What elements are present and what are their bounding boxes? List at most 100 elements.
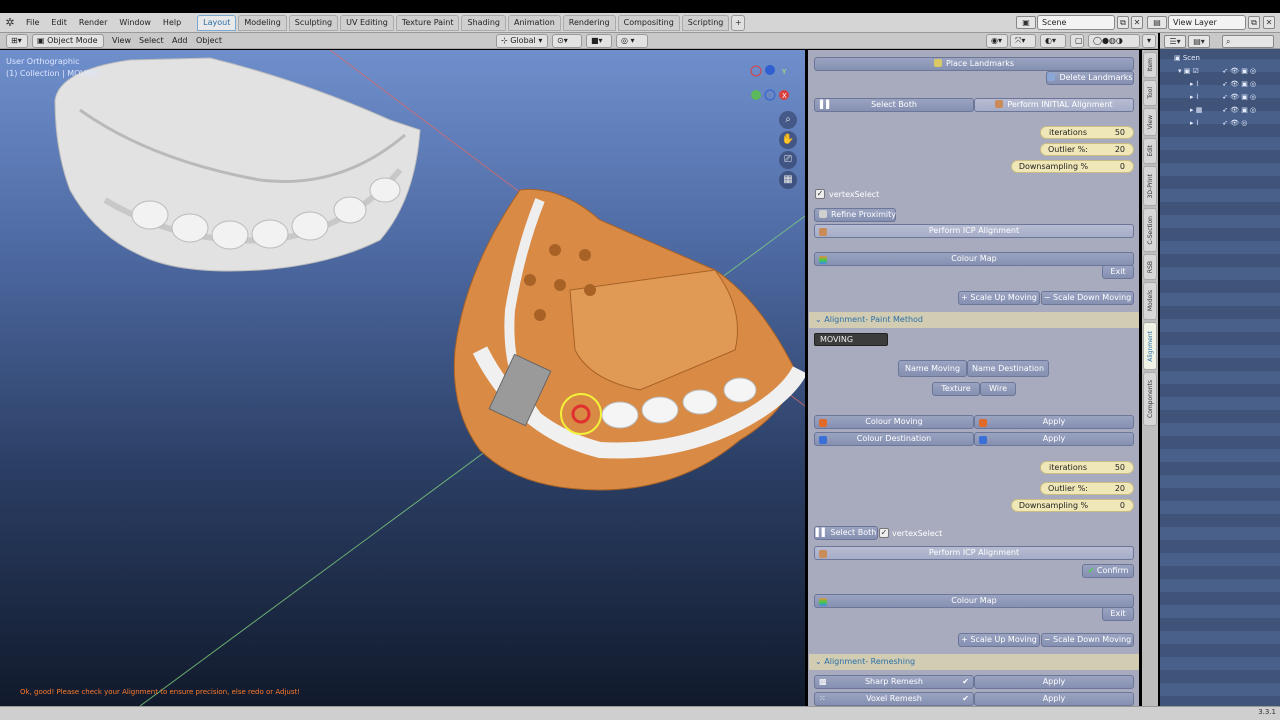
tab-layout[interactable]: Layout (197, 14, 237, 31)
name-destination-button[interactable]: Name Destination (967, 360, 1049, 377)
texture-button[interactable]: Texture (932, 382, 980, 396)
menu-help[interactable]: Help (157, 13, 187, 33)
tab-texture-paint[interactable]: Texture Paint (395, 14, 460, 31)
zoom-icon[interactable]: ⌕ (779, 111, 797, 129)
display-mode-icon[interactable]: ▤▾ (1188, 35, 1210, 48)
name-moving-button[interactable]: Name Moving (898, 360, 967, 377)
grid-icon[interactable]: ▦ (779, 171, 797, 189)
xray-icon[interactable]: ▢ (1070, 34, 1084, 48)
side-tab-view[interactable]: View (1143, 108, 1157, 136)
tab-shading[interactable]: Shading (461, 14, 506, 31)
iterations-field[interactable]: iterations 50 (1040, 126, 1134, 139)
pivot-icon[interactable]: ⊙▾ (552, 34, 582, 48)
sharp-remesh-button[interactable]: ▩ Sharp Remesh ✔ (814, 675, 974, 689)
proportional-edit-icon[interactable]: ◎ ▾ (616, 34, 648, 48)
blender-logo-icon[interactable]: ✲ (0, 13, 20, 33)
outliner-row-collection[interactable]: ▾ ▣ ☑ ➶ 👁 ▣ ◎ (1160, 65, 1280, 78)
confirm-button[interactable]: ✔ Confirm (1082, 564, 1134, 578)
outlier-field-2[interactable]: Outlier %: 20 (1040, 482, 1134, 495)
perform-initial-alignment-button[interactable]: Perform INITIAL Alignment (974, 98, 1134, 112)
moving-name-input[interactable]: MOVING (814, 333, 888, 346)
vertex-select-checkbox-2[interactable]: ✓ (879, 528, 889, 538)
colour-map-button-2[interactable]: Colour Map (814, 594, 1134, 608)
view-layer-field[interactable]: View Layer (1168, 15, 1246, 30)
menu-render[interactable]: Render (73, 13, 113, 33)
side-tab-models[interactable]: Models (1143, 282, 1157, 320)
orientation-select[interactable]: ⊹ Global ▾ (496, 34, 548, 48)
side-tab-components[interactable]: Components (1143, 372, 1157, 426)
scene-icon[interactable]: ▣ (1016, 16, 1036, 29)
voxel-remesh-button[interactable]: ⁙ Voxel Remesh ✔ (814, 692, 974, 706)
tab-animation[interactable]: Animation (507, 14, 561, 31)
outliner-row-1[interactable]: ▸ ⌇ ➶ 👁 ▣ ◎ (1160, 78, 1280, 91)
snap-icon[interactable]: ■▾ (586, 34, 612, 48)
outlier-field[interactable]: Outlier %: 20 (1040, 143, 1134, 156)
wire-button[interactable]: Wire (980, 382, 1016, 396)
downsampling-field-2[interactable]: Downsampling % 0 (1011, 499, 1134, 512)
downsampling-field[interactable]: Downsampling % 0 (1011, 160, 1134, 173)
shading-dropdown-icon[interactable]: ▾ (1142, 34, 1156, 48)
delete-scene-icon[interactable]: ✕ (1131, 16, 1143, 29)
exit-button[interactable]: Exit (1102, 265, 1134, 279)
side-tab-c-section[interactable]: C-Section (1143, 208, 1157, 252)
apply-voxel-remesh-button[interactable]: Apply (974, 692, 1134, 706)
menu-object[interactable]: Object (196, 33, 222, 49)
side-tab-rsb[interactable]: RSB (1143, 254, 1157, 280)
camera-icon[interactable]: ⎚ (779, 151, 797, 169)
outliner-row-3[interactable]: ▸ ▦ ➶ 👁 ▣ ◎ (1160, 104, 1280, 117)
side-tab-item[interactable]: Item (1143, 52, 1157, 78)
apply-colour-destination-button[interactable]: Apply (974, 432, 1134, 446)
menu-window[interactable]: Window (113, 13, 157, 33)
mode-select[interactable]: ▣ Object Mode ▾ (32, 34, 104, 57)
menu-select[interactable]: Select (139, 33, 164, 49)
shading-modes-icon[interactable]: ◯●◍◑ (1088, 34, 1140, 48)
new-view-layer-icon[interactable]: ⧉ (1248, 16, 1260, 29)
gizmo-icon[interactable]: ⤧▾ (1010, 34, 1036, 48)
menu-file[interactable]: File (20, 13, 45, 33)
apply-colour-moving-button[interactable]: Apply (974, 415, 1134, 429)
overlay-icon[interactable]: ◐▾ (1040, 34, 1066, 48)
scale-down-moving-button-2[interactable]: − Scale Down Moving (1041, 633, 1134, 647)
side-tab-alignment[interactable]: Alignment (1143, 322, 1157, 370)
place-landmarks-button[interactable]: Place Landmarks (814, 57, 1134, 71)
outliner-row-scene[interactable]: ▣ Scen (1160, 52, 1280, 65)
side-tab-edit[interactable]: Edit (1143, 138, 1157, 164)
section-remeshing[interactable]: ⌄ Alignment- Remeshing (809, 654, 1139, 670)
section-paint-method[interactable]: ⌄ Alignment- Paint Method (809, 312, 1139, 328)
tab-uv-editing[interactable]: UV Editing (340, 14, 394, 31)
menu-view[interactable]: View (112, 33, 131, 49)
new-scene-icon[interactable]: ⧉ (1117, 16, 1129, 29)
colour-moving-button[interactable]: Colour Moving (814, 415, 974, 429)
delete-view-layer-icon[interactable]: ✕ (1263, 16, 1275, 29)
apply-sharp-remesh-button[interactable]: Apply (974, 675, 1134, 689)
view-layer-icon[interactable]: ▤ (1147, 16, 1167, 29)
tab-modeling[interactable]: Modeling (238, 14, 287, 31)
add-workspace-button[interactable]: + (731, 14, 746, 31)
tab-rendering[interactable]: Rendering (562, 14, 616, 31)
outliner-row-2[interactable]: ▸ ⌇ ➶ 👁 ▣ ◎ (1160, 91, 1280, 104)
delete-landmarks-button[interactable]: Delete Landmarks (1046, 71, 1134, 85)
side-tab-3d-print[interactable]: 3D-Print (1143, 166, 1157, 206)
perform-icp-alignment-button[interactable]: Perform ICP Alignment (814, 224, 1134, 238)
perform-icp-alignment-button-2[interactable]: Perform ICP Alignment (814, 546, 1134, 560)
exit-button-2[interactable]: Exit (1102, 607, 1134, 621)
visibility-icon[interactable]: ◉▾ (986, 34, 1008, 48)
pan-hand-icon[interactable]: ✋ (779, 131, 797, 149)
outliner-row-4[interactable]: ▸ ⌇ ➶ 👁 ◎ (1160, 117, 1280, 130)
colour-destination-button[interactable]: Colour Destination (814, 432, 974, 446)
scene-field[interactable]: Scene (1037, 15, 1115, 30)
menu-add[interactable]: Add (172, 33, 188, 49)
colour-map-button[interactable]: Colour Map (814, 252, 1134, 266)
refine-proximity-button[interactable]: Refine Proximity (814, 208, 896, 222)
outliner-editor-icon[interactable]: ☰▾ (1164, 35, 1186, 48)
navigation-gizmo[interactable]: Y X (748, 62, 798, 102)
scale-down-moving-button[interactable]: − Scale Down Moving (1041, 291, 1134, 305)
3d-viewport[interactable]: User Orthographic (1) Collection | MOVIN… (0, 50, 805, 706)
select-both-button[interactable]: ▌▌ Select Both (814, 98, 974, 112)
vertex-select-checkbox[interactable]: ✓ (815, 189, 825, 199)
editor-type-icon[interactable]: ⊞▾ (6, 34, 28, 48)
side-tab-tool[interactable]: Tool (1143, 80, 1157, 106)
tab-sculpting[interactable]: Sculpting (288, 14, 339, 31)
menu-edit[interactable]: Edit (45, 13, 73, 33)
tab-compositing[interactable]: Compositing (617, 14, 680, 31)
